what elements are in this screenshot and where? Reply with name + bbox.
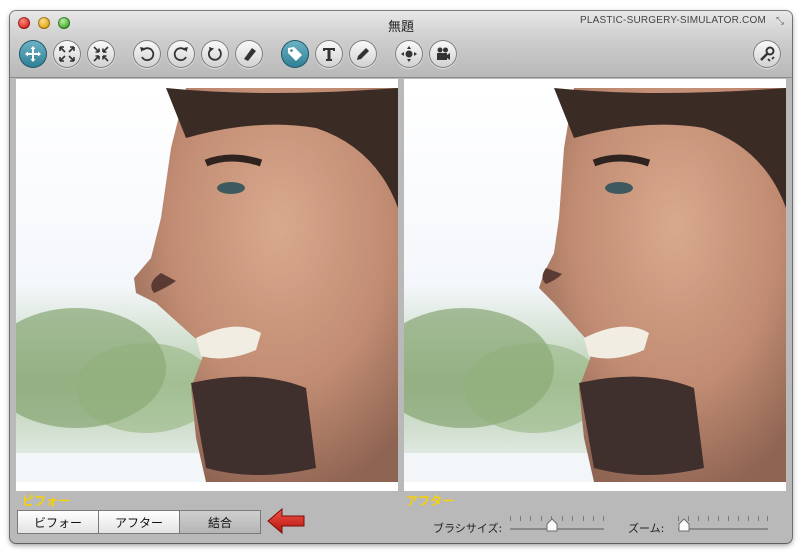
shrink-icon bbox=[93, 46, 109, 62]
camera-icon bbox=[437, 47, 450, 60]
zoom-label: ズーム: bbox=[628, 522, 665, 535]
pencil-tool-button[interactable] bbox=[349, 40, 377, 68]
after-photo[interactable] bbox=[404, 88, 786, 482]
settings-icon bbox=[760, 46, 775, 62]
eraser-tool-button[interactable] bbox=[235, 40, 263, 68]
title-bar: 無題 PLASTIC-SURGERY-SIMULATOR.COM ⤡ bbox=[10, 11, 792, 78]
view-mode-segmented-control: ビフォー アフター 結合 bbox=[18, 511, 260, 533]
view-combined-button[interactable]: 結合 bbox=[180, 511, 260, 533]
resize-icon[interactable]: ⤡ bbox=[776, 16, 784, 27]
after-label: アフター bbox=[406, 494, 455, 508]
camera-button[interactable] bbox=[429, 40, 457, 68]
zoom-ticks bbox=[678, 516, 768, 522]
move-icon bbox=[25, 46, 41, 62]
view-after-button[interactable]: アフター bbox=[99, 511, 180, 533]
brush-size-label: ブラシサイズ: bbox=[433, 522, 503, 535]
canvas-area bbox=[16, 79, 786, 491]
app-window: 無題 PLASTIC-SURGERY-SIMULATOR.COM ⤡ ビフォー … bbox=[10, 11, 792, 543]
before-photo[interactable] bbox=[16, 88, 398, 482]
zoom-slider[interactable] bbox=[678, 528, 768, 530]
navigate-icon bbox=[401, 46, 417, 62]
tag-tool-button[interactable] bbox=[281, 40, 309, 68]
settings-button[interactable] bbox=[753, 40, 781, 68]
red-arrow-icon bbox=[267, 507, 305, 535]
before-label: ビフォー bbox=[22, 494, 71, 508]
reset-icon bbox=[208, 47, 222, 61]
undo-icon bbox=[140, 47, 155, 62]
brand-text: PLASTIC-SURGERY-SIMULATOR.COM bbox=[579, 15, 766, 26]
expand-tool-button[interactable] bbox=[53, 40, 81, 68]
after-face-image bbox=[404, 88, 786, 482]
view-before-button[interactable]: ビフォー bbox=[18, 511, 99, 533]
brush-size-slider-thumb[interactable] bbox=[546, 518, 558, 532]
reset-button[interactable] bbox=[201, 40, 229, 68]
text-tool-button[interactable] bbox=[315, 40, 343, 68]
expand-icon bbox=[59, 46, 75, 62]
text-icon bbox=[323, 48, 335, 61]
before-face-image bbox=[16, 88, 398, 482]
pencil-icon bbox=[357, 48, 369, 60]
redo-icon bbox=[173, 47, 188, 62]
undo-button[interactable] bbox=[133, 40, 161, 68]
redo-button[interactable] bbox=[167, 40, 195, 68]
shrink-tool-button[interactable] bbox=[87, 40, 115, 68]
navigate-button[interactable] bbox=[395, 40, 423, 68]
tag-icon bbox=[288, 47, 302, 61]
move-tool-button[interactable] bbox=[19, 40, 47, 68]
eraser-icon bbox=[244, 48, 256, 61]
zoom-slider-thumb[interactable] bbox=[678, 518, 690, 532]
